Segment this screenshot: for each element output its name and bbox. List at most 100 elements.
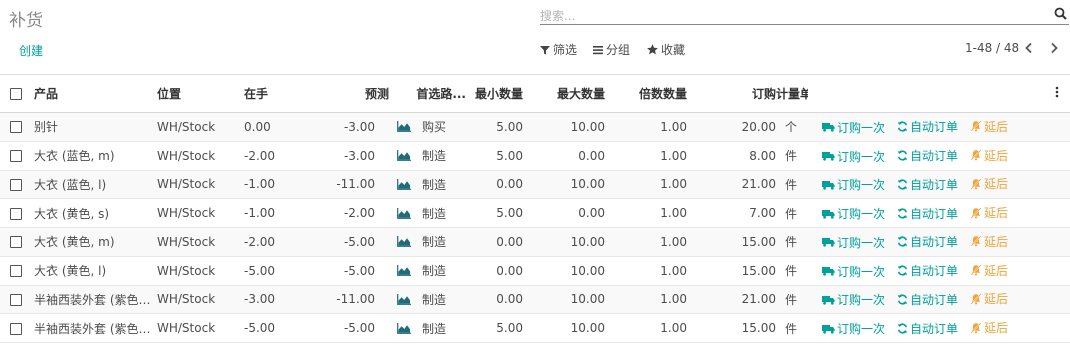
snooze-button[interactable]: 延后 xyxy=(970,204,1008,221)
cell-uom[interactable]: 个 xyxy=(776,113,808,142)
cell-order[interactable]: 15.00 xyxy=(687,314,776,343)
cell-max-qty[interactable]: 0.00 xyxy=(523,141,605,170)
cell-location[interactable]: WH/Stock xyxy=(151,141,237,170)
cell-product[interactable]: 半袖西装外套 (紫色, s) xyxy=(27,285,151,314)
cell-order[interactable]: 15.00 xyxy=(687,256,776,285)
cell-product[interactable]: 大衣 (黄色, m) xyxy=(27,228,151,257)
cell-on-hand[interactable]: -3.00 xyxy=(237,285,282,314)
cell-max-qty[interactable]: 10.00 xyxy=(523,285,605,314)
cell-order[interactable]: 21.00 xyxy=(687,170,776,199)
cell-product[interactable]: 大衣 (黄色, s) xyxy=(27,199,151,228)
automate-button[interactable]: 自动订单 xyxy=(897,320,958,337)
cell-product[interactable]: 大衣 (蓝色, l) xyxy=(27,170,151,199)
cell-route[interactable]: 购买 xyxy=(392,113,470,142)
table-row[interactable]: 大衣 (蓝色, l) WH/Stock -1.00 -11.00 制造 0.00 10.00… xyxy=(0,170,1070,199)
cell-location[interactable]: WH/Stock xyxy=(151,113,237,142)
area-chart-icon[interactable] xyxy=(397,265,411,277)
table-row[interactable]: 别针 WH/Stock 0.00 -3.00 购买 5.00 10.00 1.00 20.00 个… xyxy=(0,112,1070,142)
col-order[interactable]: 订购 xyxy=(687,75,776,113)
col-min-qty[interactable]: 最小数量 xyxy=(470,75,523,113)
area-chart-icon[interactable] xyxy=(397,322,411,334)
cell-route[interactable]: 制造 xyxy=(392,228,470,257)
cell-product[interactable]: 别针 xyxy=(27,113,151,142)
cell-route[interactable]: 制造 xyxy=(392,199,470,228)
cell-order[interactable]: 7.00 xyxy=(687,199,776,228)
snooze-button[interactable]: 延后 xyxy=(970,233,1008,250)
order-once-button[interactable]: 订购一次 xyxy=(822,176,885,193)
order-once-button[interactable]: 订购一次 xyxy=(822,291,885,308)
cell-min-qty[interactable]: 0.00 xyxy=(470,228,523,257)
cell-min-qty[interactable]: 0.00 xyxy=(470,285,523,314)
snooze-button[interactable]: 延后 xyxy=(970,319,1008,336)
cell-uom[interactable]: 件 xyxy=(776,199,808,228)
row-checkbox[interactable] xyxy=(10,178,22,191)
search-bar[interactable]: 搜索... xyxy=(540,4,1069,25)
cell-multiple[interactable]: 1.00 xyxy=(605,199,687,228)
order-once-button[interactable]: 订购一次 xyxy=(822,320,885,337)
cell-route[interactable]: 制造 xyxy=(392,285,470,314)
cell-max-qty[interactable]: 0.00 xyxy=(523,199,605,228)
cell-order[interactable]: 21.00 xyxy=(687,285,776,314)
area-chart-icon[interactable] xyxy=(397,121,411,133)
cell-order[interactable]: 15.00 xyxy=(687,228,776,257)
row-checkbox[interactable] xyxy=(10,207,22,220)
create-button[interactable]: 创建 xyxy=(19,42,43,59)
row-checkbox[interactable] xyxy=(10,236,22,249)
cell-route[interactable]: 制造 xyxy=(392,256,470,285)
cell-location[interactable]: WH/Stock xyxy=(151,256,237,285)
cell-on-hand[interactable]: -5.00 xyxy=(237,314,282,343)
cell-min-qty[interactable]: 5.00 xyxy=(470,199,523,228)
row-checkbox[interactable] xyxy=(10,150,22,163)
cell-location[interactable]: WH/Stock xyxy=(151,314,237,343)
row-checkbox[interactable] xyxy=(10,121,22,134)
cell-min-qty[interactable]: 5.00 xyxy=(470,113,523,142)
cell-uom[interactable]: 件 xyxy=(776,228,808,257)
cell-max-qty[interactable]: 10.00 xyxy=(523,314,605,343)
snooze-button[interactable]: 延后 xyxy=(970,290,1008,307)
snooze-button[interactable]: 延后 xyxy=(970,147,1008,164)
table-row[interactable]: 半袖西装外套 (紫色, s) WH/Stock -3.00 -11.00 制造 0.00 1… xyxy=(0,285,1070,314)
cell-forecast[interactable]: -5.00 xyxy=(282,228,392,257)
order-once-button[interactable]: 订购一次 xyxy=(822,263,885,280)
cell-multiple[interactable]: 1.00 xyxy=(605,170,687,199)
order-once-button[interactable]: 订购一次 xyxy=(822,119,885,136)
cell-min-qty[interactable]: 5.00 xyxy=(470,141,523,170)
table-row[interactable]: 半袖西装外套 (紫色, ... WH/Stock -5.00 -5.00 制造 5.00 1… xyxy=(0,314,1070,343)
col-multiple[interactable]: 倍数数量 xyxy=(605,75,687,113)
cell-min-qty[interactable]: 5.00 xyxy=(470,314,523,343)
cell-on-hand[interactable]: -2.00 xyxy=(237,141,282,170)
cell-max-qty[interactable]: 10.00 xyxy=(523,170,605,199)
area-chart-icon[interactable] xyxy=(397,236,411,248)
cell-max-qty[interactable]: 10.00 xyxy=(523,256,605,285)
cell-forecast[interactable]: -11.00 xyxy=(282,170,392,199)
cell-on-hand[interactable]: 0.00 xyxy=(237,113,282,142)
table-row[interactable]: 大衣 (黄色, s) WH/Stock -1.00 -2.00 制造 5.00 0.00 1.… xyxy=(0,199,1070,228)
col-uom[interactable]: 计量单位 xyxy=(776,75,808,113)
cell-forecast[interactable]: -3.00 xyxy=(282,113,392,142)
cell-multiple[interactable]: 1.00 xyxy=(605,285,687,314)
favorites-button[interactable]: 收藏 xyxy=(647,41,685,58)
chevron-right-icon[interactable] xyxy=(1049,42,1059,54)
cell-uom[interactable]: 件 xyxy=(776,256,808,285)
cell-on-hand[interactable]: -1.00 xyxy=(237,199,282,228)
cell-multiple[interactable]: 1.00 xyxy=(605,141,687,170)
table-row[interactable]: 大衣 (黄色, l) WH/Stock -5.00 -5.00 制造 0.00 10.00 1… xyxy=(0,256,1070,285)
cell-forecast[interactable]: -5.00 xyxy=(282,256,392,285)
vertical-dots-icon[interactable] xyxy=(1055,86,1059,98)
cell-location[interactable]: WH/Stock xyxy=(151,170,237,199)
cell-uom[interactable]: 件 xyxy=(776,285,808,314)
automate-button[interactable]: 自动订单 xyxy=(897,233,958,250)
cell-min-qty[interactable]: 0.00 xyxy=(470,170,523,199)
filter-button[interactable]: 筛选 xyxy=(540,41,577,58)
cell-forecast[interactable]: -2.00 xyxy=(282,199,392,228)
area-chart-icon[interactable] xyxy=(397,178,411,190)
cell-location[interactable]: WH/Stock xyxy=(151,228,237,257)
cell-location[interactable]: WH/Stock xyxy=(151,285,237,314)
cell-on-hand[interactable]: -1.00 xyxy=(237,170,282,199)
cell-order[interactable]: 20.00 xyxy=(687,113,776,142)
select-all-checkbox[interactable] xyxy=(10,88,22,100)
automate-button[interactable]: 自动订单 xyxy=(897,147,958,164)
area-chart-icon[interactable] xyxy=(397,150,411,162)
cell-multiple[interactable]: 1.00 xyxy=(605,228,687,257)
row-checkbox[interactable] xyxy=(10,322,22,335)
